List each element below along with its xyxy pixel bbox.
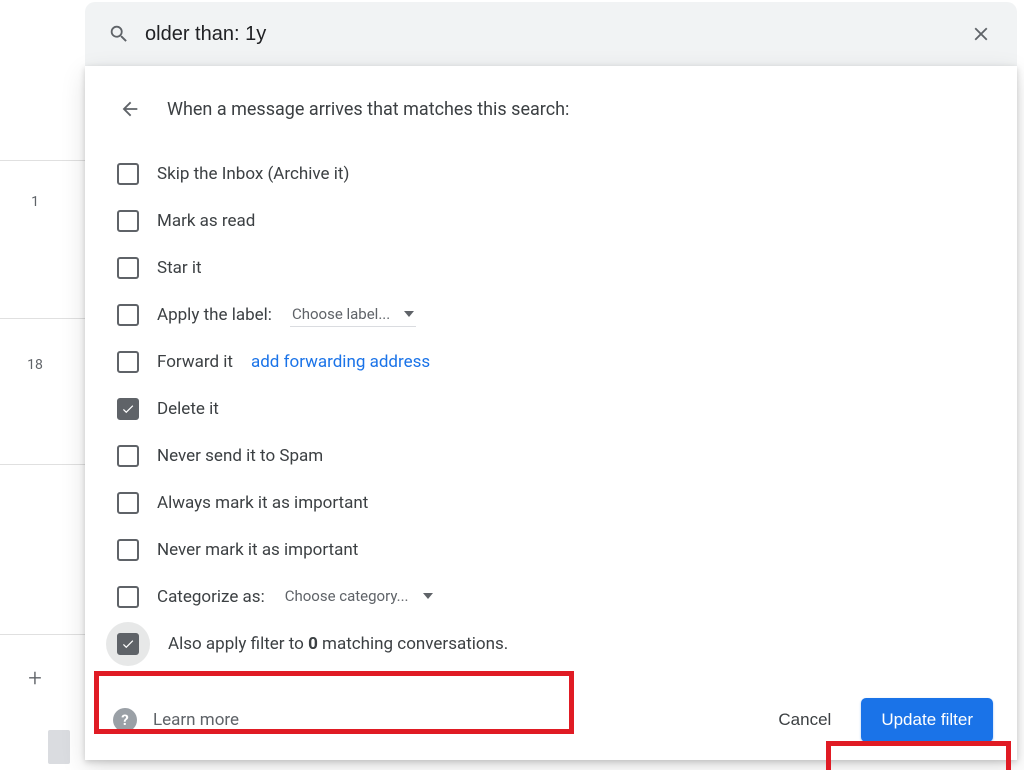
update-filter-button[interactable]: Update filter [861, 698, 993, 742]
option-forward: Forward it add forwarding address [111, 338, 993, 385]
also-apply-suffix: matching conversations. [318, 634, 508, 654]
option-mark-read: Mark as read [111, 197, 993, 244]
checkbox-categorize[interactable] [117, 586, 139, 608]
option-label: Star it [157, 258, 202, 278]
option-label: Mark as read [157, 211, 255, 231]
bg-divider [0, 464, 85, 465]
cancel-button[interactable]: Cancel [760, 700, 849, 740]
chevron-down-icon [423, 593, 433, 599]
search-bar [85, 2, 1017, 66]
checkbox-apply-label[interactable] [117, 304, 139, 326]
back-button[interactable] [113, 92, 147, 126]
option-label: Forward it [157, 352, 233, 372]
close-icon [970, 23, 992, 45]
option-always-important: Always mark it as important [111, 479, 993, 526]
option-skip-inbox: Skip the Inbox (Archive it) [111, 150, 993, 197]
clear-search-button[interactable] [961, 14, 1001, 54]
chevron-down-icon [404, 311, 414, 317]
checkbox-forward[interactable] [117, 351, 139, 373]
arrow-left-icon [119, 98, 141, 120]
search-icon [101, 16, 137, 52]
label-select-value: Choose label... [292, 305, 390, 323]
option-label: Never send it to Spam [157, 446, 323, 466]
option-never-spam: Never send it to Spam [111, 432, 993, 479]
option-also-apply: Also apply filter to 0 matching conversa… [111, 620, 993, 667]
category-select[interactable]: Choose category... [283, 585, 435, 608]
checkbox-ripple [106, 622, 150, 666]
checkbox-never-spam[interactable] [117, 445, 139, 467]
checkbox-never-important[interactable] [117, 539, 139, 561]
checkbox-skip-inbox[interactable] [117, 163, 139, 185]
search-input[interactable] [137, 23, 961, 46]
option-label: Categorize as: [157, 587, 265, 607]
checkbox-delete[interactable] [117, 398, 139, 420]
checkbox-star[interactable] [117, 257, 139, 279]
also-apply-prefix: Also apply filter to [168, 634, 308, 654]
bg-count-1: 1 [0, 194, 70, 210]
category-select-value: Choose category... [285, 587, 409, 605]
learn-more-link[interactable]: Learn more [153, 710, 239, 730]
bg-divider [0, 160, 85, 161]
option-label: Skip the Inbox (Archive it) [157, 164, 349, 184]
option-label: Always mark it as important [157, 493, 368, 513]
option-label: Never mark it as important [157, 540, 358, 560]
option-label: Delete it [157, 399, 219, 419]
bg-divider [0, 318, 85, 319]
checkbox-mark-read[interactable] [117, 210, 139, 232]
filter-actions-panel: When a message arrives that matches this… [85, 66, 1017, 760]
options-list: Skip the Inbox (Archive it) Mark as read… [111, 150, 993, 667]
option-never-important: Never mark it as important [111, 526, 993, 573]
bg-count-18: 18 [0, 357, 70, 373]
option-apply-label: Apply the label: Choose label... [111, 291, 993, 338]
option-delete: Delete it [111, 385, 993, 432]
option-label: Also apply filter to 0 matching conversa… [168, 634, 508, 654]
checkbox-also-apply[interactable] [117, 633, 139, 655]
help-icon[interactable]: ? [113, 708, 137, 732]
option-star: Star it [111, 244, 993, 291]
bg-scrollbar-thumb [48, 730, 70, 764]
panel-title: When a message arrives that matches this… [167, 99, 569, 120]
label-select[interactable]: Choose label... [290, 303, 416, 327]
panel-footer: ? Learn more Cancel Update filter [85, 698, 1017, 742]
add-forwarding-link[interactable]: add forwarding address [251, 352, 430, 372]
bg-divider [0, 634, 85, 635]
also-apply-count: 0 [308, 634, 318, 654]
bg-plus-icon: + [0, 664, 70, 692]
option-categorize: Categorize as: Choose category... [111, 573, 993, 620]
panel-header: When a message arrives that matches this… [109, 92, 993, 126]
checkbox-always-important[interactable] [117, 492, 139, 514]
option-label: Apply the label: [157, 305, 272, 325]
